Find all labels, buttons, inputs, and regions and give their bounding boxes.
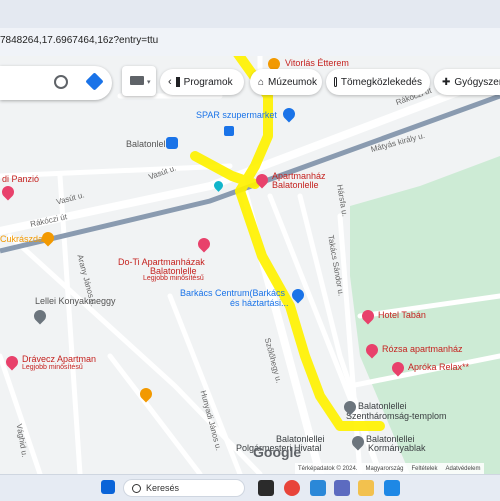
map-search-box[interactable] bbox=[0, 66, 112, 100]
vitorlas-label[interactable]: Vitorlás Étterem bbox=[285, 58, 349, 68]
aproka-label[interactable]: Aprókа Relax** bbox=[408, 362, 469, 372]
templom-label[interactable]: Balatonlellei bbox=[358, 401, 407, 411]
keyboard-icon bbox=[130, 76, 144, 85]
dravecz-label[interactable]: Drávecz Apartman bbox=[22, 354, 96, 364]
directions-icon[interactable] bbox=[85, 72, 104, 91]
map-canvas[interactable]: Vitorlás Étterem SPAR szupermarket Balat… bbox=[0, 56, 500, 474]
chip-label: Programok bbox=[183, 76, 233, 88]
cukraszda-label[interactable]: Cukrászda bbox=[0, 234, 43, 244]
taban-label[interactable]: Hotel Tabán bbox=[378, 310, 426, 320]
browser-url-bar: 7848264,17.6967464,16z?entry=ttu bbox=[0, 0, 500, 57]
browser-tab-strip bbox=[0, 0, 500, 28]
bus-stop-icon[interactable] bbox=[224, 126, 234, 136]
attribution-terms[interactable]: Feltételek bbox=[411, 466, 437, 472]
spar-label[interactable]: SPAR szupermarket bbox=[196, 110, 277, 120]
chip-label: Múzeumok bbox=[268, 76, 317, 88]
layers-button[interactable]: ▾ bbox=[122, 66, 156, 96]
chip-label: Gyógyszer bbox=[454, 76, 500, 88]
kormanyablak-label-2[interactable]: Kormányablak bbox=[368, 443, 426, 453]
apartmanhaz-label-2[interactable]: Balatonlelle bbox=[272, 180, 319, 190]
windows-start-icon[interactable] bbox=[101, 480, 115, 494]
train-station-icon[interactable] bbox=[166, 137, 178, 149]
chrome-icon[interactable] bbox=[284, 480, 300, 496]
address-field[interactable]: 7848264,17.6967464,16z?entry=ttu bbox=[0, 35, 158, 46]
barkacs-label-2[interactable]: és háztartási... bbox=[230, 298, 289, 308]
taskbar-search-label: Keresés bbox=[146, 483, 180, 493]
chevron-left-icon: ‹ bbox=[168, 76, 172, 88]
panzio-label[interactable]: di Panzió bbox=[2, 174, 39, 184]
chip-tomegkozlekedes[interactable]: Tömegközlekedés bbox=[326, 69, 430, 95]
photos-icon[interactable] bbox=[384, 480, 400, 496]
templom-label-2[interactable]: Szentháromság-templom bbox=[346, 411, 447, 421]
google-logo: Google bbox=[253, 444, 302, 460]
attribution-country[interactable]: Magyarország bbox=[365, 466, 403, 472]
attribution-privacy[interactable]: Adatvédelem bbox=[446, 466, 481, 472]
train-icon bbox=[334, 77, 337, 87]
dravecz-sub: Legjobb minősítésű bbox=[22, 364, 83, 371]
barkacs-label[interactable]: Barkács Centrum(Barkács bbox=[180, 288, 285, 298]
chevron-down-icon: ▾ bbox=[147, 79, 151, 86]
museum-icon: ⌂ bbox=[258, 76, 265, 88]
attribution-data[interactable]: Térképadatok © 2024. bbox=[298, 466, 357, 472]
task-view-icon[interactable] bbox=[258, 480, 274, 496]
do-ti-sub: Legjobb minősítésű bbox=[143, 275, 204, 282]
map-attribution: Térképadatok © 2024. Magyarország Feltét… bbox=[295, 463, 484, 474]
windows-taskbar: Keresés bbox=[0, 474, 500, 501]
search-icon bbox=[132, 484, 141, 493]
file-explorer-icon[interactable] bbox=[358, 480, 374, 496]
search-icon[interactable] bbox=[54, 75, 68, 89]
chip-programok[interactable]: ‹ Programok bbox=[160, 69, 244, 95]
pharmacy-icon: ✚ bbox=[442, 76, 451, 88]
chip-gyogyszer[interactable]: ✚ Gyógyszer bbox=[434, 69, 500, 95]
ticket-icon bbox=[175, 77, 180, 87]
taskbar-search[interactable]: Keresés bbox=[123, 479, 245, 497]
rozsa-label[interactable]: Rózsa apartmanház bbox=[382, 344, 463, 354]
lellei-label[interactable]: Lellei Konyakmeggy bbox=[35, 296, 116, 306]
widgets-icon[interactable] bbox=[310, 480, 326, 496]
chip-label: Tömegközlekedés bbox=[340, 76, 422, 88]
chip-muzeumok[interactable]: ⌂ Múzeumok bbox=[250, 69, 322, 95]
app-icon[interactable] bbox=[334, 480, 350, 496]
